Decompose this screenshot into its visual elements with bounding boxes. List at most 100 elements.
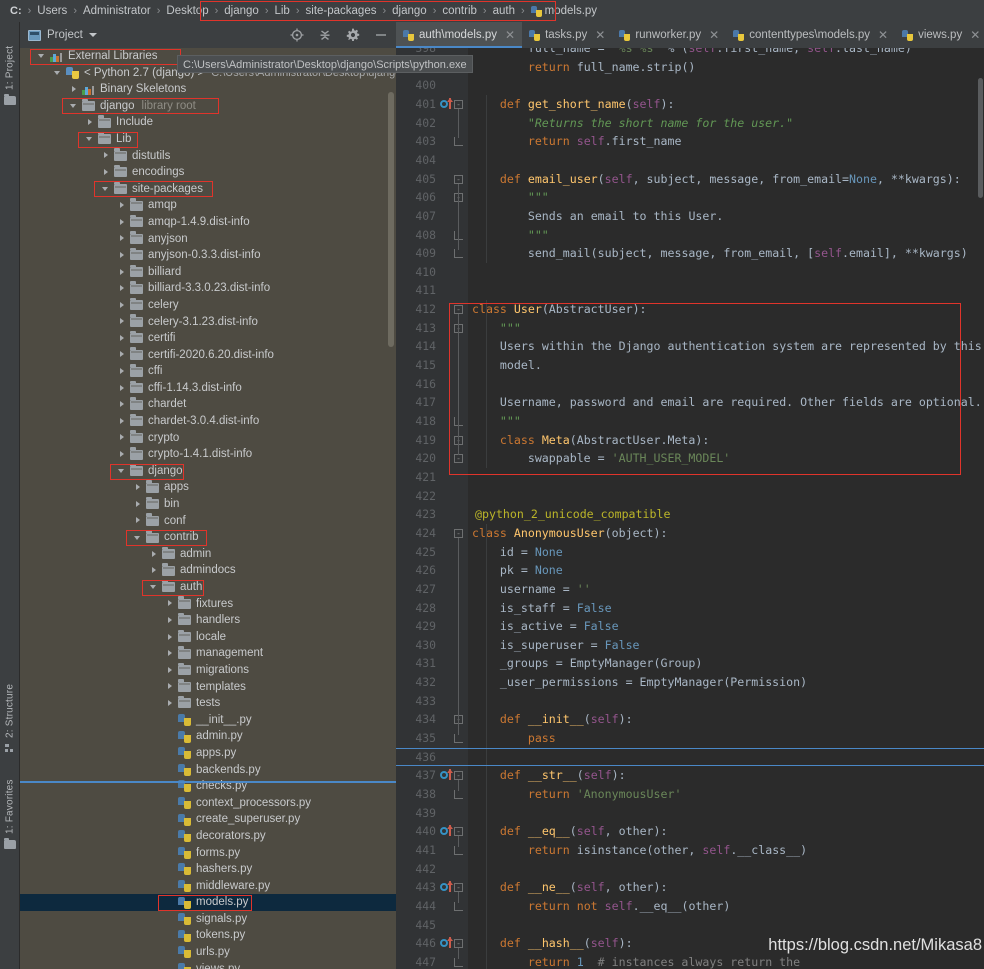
- breadcrumb-item-django[interactable]: django: [222, 5, 261, 17]
- tree-folder-row[interactable]: django: [20, 463, 396, 480]
- close-icon[interactable]: ✕: [709, 28, 719, 42]
- chevron-right-icon[interactable]: [118, 334, 127, 343]
- chevron-right-icon[interactable]: [166, 599, 175, 608]
- chevron-down-icon[interactable]: [54, 68, 63, 77]
- tree-folder-row[interactable]: cffi: [20, 363, 396, 380]
- chevron-right-icon[interactable]: [102, 151, 111, 160]
- chevron-down-icon[interactable]: [38, 52, 47, 61]
- chevron-right-icon[interactable]: [118, 450, 127, 459]
- editor-scrollbar[interactable]: [978, 78, 983, 198]
- breadcrumb-item-sitepackages[interactable]: site-packages: [304, 5, 379, 17]
- breadcrumb-file[interactable]: models.py: [529, 5, 599, 17]
- fold-collapse-icon[interactable]: -: [454, 99, 463, 109]
- chevron-right-icon[interactable]: [166, 649, 175, 658]
- tree-folder-row[interactable]: conf: [20, 513, 396, 530]
- chevron-down-icon[interactable]: [86, 135, 95, 144]
- fold-collapse-icon[interactable]: -: [454, 939, 463, 949]
- tree-folder-row[interactable]: crypto-1.4.1.dist-info: [20, 446, 396, 463]
- breadcrumb-item-django[interactable]: django: [390, 5, 429, 17]
- breadcrumb-item-administrator[interactable]: Administrator: [81, 5, 153, 17]
- minimize-icon[interactable]: [374, 28, 388, 42]
- chevron-down-icon[interactable]: [88, 33, 97, 37]
- chevron-down-icon[interactable]: [150, 583, 159, 592]
- tree-folder-row[interactable]: anyjson-0.3.3.dist-info: [20, 247, 396, 264]
- code-content[interactable]: 398 full_name = '%s %s' % (self.first_na…: [396, 48, 984, 969]
- collapse-all-icon[interactable]: [318, 28, 332, 42]
- tree-folder-row[interactable]: Lib: [20, 131, 396, 148]
- chevron-right-icon[interactable]: [166, 666, 175, 675]
- chevron-right-icon[interactable]: [118, 384, 127, 393]
- tree-folder-row[interactable]: certifi: [20, 330, 396, 347]
- fold-collapse-icon[interactable]: -: [454, 305, 463, 315]
- tree-folder-row[interactable]: amqp: [20, 197, 396, 214]
- tree-file-row[interactable]: middleware.py: [20, 878, 396, 895]
- tree-folder-row[interactable]: contrib: [20, 529, 396, 546]
- editor-tab[interactable]: views.py ✕: [895, 22, 984, 48]
- chevron-right-icon[interactable]: [86, 118, 95, 127]
- tree-file-row[interactable]: views.py: [20, 961, 396, 969]
- chevron-right-icon[interactable]: [166, 682, 175, 691]
- chevron-right-icon[interactable]: [134, 516, 143, 525]
- tree-file-row[interactable]: __init__.py: [20, 712, 396, 729]
- chevron-right-icon[interactable]: [166, 633, 175, 642]
- chevron-right-icon[interactable]: [102, 168, 111, 177]
- chevron-right-icon[interactable]: [70, 85, 79, 94]
- tree-folder-row[interactable]: certifi-2020.6.20.dist-info: [20, 347, 396, 364]
- tree-folder-row[interactable]: Binary Skeletons: [20, 81, 396, 98]
- chevron-right-icon[interactable]: [150, 566, 159, 575]
- chevron-right-icon[interactable]: [118, 433, 127, 442]
- tree-folder-row[interactable]: admin: [20, 546, 396, 563]
- tree-folder-row[interactable]: apps: [20, 479, 396, 496]
- chevron-down-icon[interactable]: [134, 533, 143, 542]
- close-icon[interactable]: ✕: [878, 28, 888, 42]
- tree-folder-row[interactable]: billiard: [20, 264, 396, 281]
- tree-folder-row[interactable]: Include: [20, 114, 396, 131]
- editor-tab[interactable]: runworker.py ✕: [612, 22, 726, 48]
- tree-file-row[interactable]: decorators.py: [20, 828, 396, 845]
- tree-folder-row[interactable]: locale: [20, 629, 396, 646]
- breadcrumb-item-desktop[interactable]: Desktop: [164, 5, 210, 17]
- chevron-right-icon[interactable]: [150, 550, 159, 559]
- tree-folder-row[interactable]: tests: [20, 695, 396, 712]
- tree-file-row[interactable]: models.py: [20, 894, 396, 911]
- chevron-down-icon[interactable]: [70, 102, 79, 111]
- tree-folder-row[interactable]: chardet-3.0.4.dist-info: [20, 413, 396, 430]
- tree-folder-row[interactable]: bin: [20, 496, 396, 513]
- tree-folder-row[interactable]: anyjson: [20, 231, 396, 248]
- editor-tab[interactable]: auth\models.py ✕: [396, 22, 523, 48]
- chevron-right-icon[interactable]: [134, 483, 143, 492]
- fold-collapse-icon[interactable]: -: [454, 174, 463, 184]
- tree-folder-row[interactable]: handlers: [20, 612, 396, 629]
- fold-collapse-icon[interactable]: -: [454, 528, 463, 538]
- tree-folder-row[interactable]: fixtures: [20, 596, 396, 613]
- tree-folder-row[interactable]: chardet: [20, 396, 396, 413]
- fold-collapse-icon[interactable]: -: [454, 454, 463, 464]
- chevron-right-icon[interactable]: [118, 251, 127, 260]
- chevron-right-icon[interactable]: [118, 317, 127, 326]
- breadcrumb-item-users[interactable]: Users: [35, 5, 69, 17]
- fold-collapse-icon[interactable]: -: [454, 883, 463, 893]
- chevron-right-icon[interactable]: [118, 234, 127, 243]
- chevron-right-icon[interactable]: [118, 400, 127, 409]
- tree-folder-row[interactable]: billiard-3.3.0.23.dist-info: [20, 280, 396, 297]
- chevron-right-icon[interactable]: [166, 699, 175, 708]
- locate-icon[interactable]: [290, 28, 304, 42]
- tree-folder-row[interactable]: django library root: [20, 98, 396, 115]
- tree-folder-row[interactable]: amqp-1.4.9.dist-info: [20, 214, 396, 231]
- chevron-down-icon[interactable]: [102, 185, 111, 194]
- tree-folder-row[interactable]: auth: [20, 579, 396, 596]
- tree-folder-row[interactable]: templates: [20, 679, 396, 696]
- chevron-right-icon[interactable]: [118, 367, 127, 376]
- breadcrumb-item-c[interactable]: C:: [8, 5, 24, 17]
- breadcrumb-item-lib[interactable]: Lib: [272, 5, 291, 17]
- tree-file-row[interactable]: apps.py: [20, 745, 396, 762]
- chevron-right-icon[interactable]: [118, 417, 127, 426]
- tree-folder-row[interactable]: admindocs: [20, 562, 396, 579]
- fold-collapse-icon[interactable]: -: [454, 771, 463, 781]
- chevron-right-icon[interactable]: [118, 201, 127, 210]
- tree-file-row[interactable]: tokens.py: [20, 927, 396, 944]
- tree-file-row[interactable]: admin.py: [20, 728, 396, 745]
- tree-folder-row[interactable]: site-packages: [20, 181, 396, 198]
- chevron-down-icon[interactable]: [118, 467, 127, 476]
- chevron-right-icon[interactable]: [134, 500, 143, 509]
